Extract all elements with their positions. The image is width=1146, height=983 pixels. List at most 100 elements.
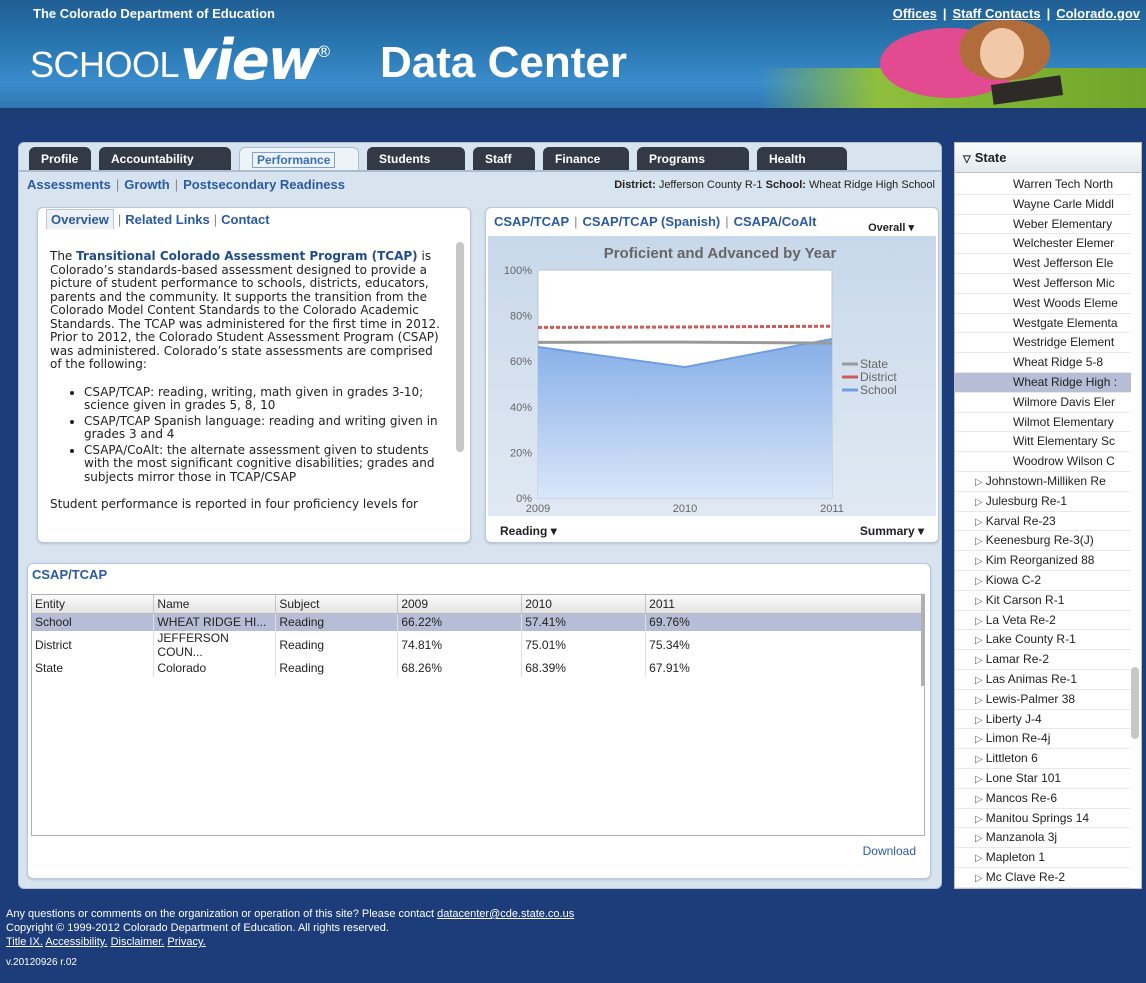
tab-related-links[interactable]: Related Links: [125, 212, 210, 227]
tab-staff[interactable]: Staff: [473, 147, 535, 171]
tab-contact[interactable]: Contact: [221, 212, 269, 227]
expand-arrow-icon: ▷: [975, 496, 983, 508]
tree-item-district[interactable]: ▷ Mancos Re-6: [955, 789, 1131, 809]
header-photo: [760, 18, 1146, 110]
tree-item-district[interactable]: ▷ Liberty J-4: [955, 710, 1131, 730]
y-tick-label: 40%: [510, 402, 532, 414]
expand-arrow-icon: ▷: [975, 575, 983, 587]
overview-scrollbar[interactable]: [456, 242, 464, 452]
state-sidebar: ▽ State Warren Tech North Wayne Carle Midd…: [954, 142, 1142, 889]
tree-item-school[interactable]: Wilmot Elementary: [955, 413, 1131, 433]
tree-item-school[interactable]: West Jefferson Mic: [955, 274, 1131, 294]
tree-item-district[interactable]: ▷ Kim Reorganized 88: [955, 551, 1131, 571]
table-row[interactable]: School WHEAT RIDGE HI... Reading 66.22% 57.4…: [32, 613, 924, 631]
subnav-postsecondary-readiness[interactable]: Postsecondary Readiness: [183, 177, 345, 192]
state-tree-header[interactable]: ▽ State: [955, 143, 1141, 173]
tree-item-district[interactable]: ▷ Littleton 6: [955, 749, 1131, 769]
table-cell: 57.41%: [521, 613, 647, 631]
tree-item-school[interactable]: Woodrow Wilson C: [955, 452, 1131, 472]
site-header: The Colorado Department of Education Off…: [0, 0, 1146, 118]
tree-item-district[interactable]: ▷Meeker Re1: [955, 888, 1131, 889]
tab-finance[interactable]: Finance: [543, 147, 629, 171]
expand-arrow-icon: ▷: [975, 615, 983, 627]
tab-csap-tcap[interactable]: CSAP/TCAP: [494, 214, 569, 229]
tree-item-school[interactable]: Welchester Elemer: [955, 234, 1131, 255]
tree-item-school[interactable]: Wheat Ridge High :: [955, 372, 1131, 393]
accessibility-link[interactable]: Accessibility.: [45, 936, 107, 948]
expand-arrow-icon: ▷: [975, 674, 983, 686]
column-header-subject[interactable]: Subject: [275, 595, 399, 614]
tree-item-school[interactable]: Warren Tech North: [955, 175, 1131, 195]
tab-students[interactable]: Students: [367, 147, 465, 171]
tree-item-district[interactable]: ▷ Lewis-Palmer 38: [955, 690, 1131, 710]
tree-item-school[interactable]: Westgate Elementa: [955, 314, 1131, 334]
title-ix-link[interactable]: Title IX.: [6, 936, 43, 948]
tree-item-district[interactable]: ▷ Johnstown-Milliken Re: [955, 472, 1131, 492]
tree-item-district[interactable]: ▷ Kit Carson R-1: [955, 591, 1131, 611]
tab-accountability[interactable]: Accountability: [99, 147, 231, 171]
subnav-assessments[interactable]: Assessments: [27, 177, 111, 192]
column-header-2011[interactable]: 2011: [645, 595, 924, 614]
tab-profile[interactable]: Profile: [29, 147, 91, 171]
main-panel: Profile Accountability Performance Stude…: [18, 142, 942, 889]
tree-item-district[interactable]: ▷ Kiowa C-2: [955, 571, 1131, 591]
subnav-growth[interactable]: Growth: [124, 177, 170, 192]
tree-item-district[interactable]: ▷ Julesburg Re-1: [955, 492, 1131, 512]
tab-performance[interactable]: Performance: [239, 147, 359, 171]
tab-csapa-coalt[interactable]: CSAPA/CoAlt: [734, 214, 817, 229]
privacy-link[interactable]: Privacy.: [167, 936, 205, 948]
table-cell: State: [32, 659, 155, 677]
table-row[interactable]: State Colorado Reading 68.26% 68.39% 67.91%: [32, 659, 924, 677]
tree-item-district[interactable]: ▷ Lone Star 101: [955, 769, 1131, 789]
tree-item-school[interactable]: Witt Elementary Sc: [955, 432, 1131, 453]
tree-item-label: Lake County R-1: [985, 632, 1076, 647]
table-cell: 67.91%: [645, 659, 924, 677]
email-link[interactable]: datacenter@cde.state.co.us: [437, 908, 574, 920]
tree-item-district[interactable]: ▷ Lake County R-1: [955, 630, 1131, 651]
tree-item-school[interactable]: West Jefferson Ele: [955, 254, 1131, 274]
tree-item-school[interactable]: Wilmore Davis Eler: [955, 393, 1131, 413]
tree-item-school[interactable]: Wayne Carle Middl: [955, 195, 1131, 215]
y-tick-label: 80%: [510, 311, 532, 323]
overview-tabs: Overview | Related Links | Contact: [46, 209, 270, 229]
tree-item-district[interactable]: ▷ Limon Re-4j: [955, 729, 1131, 750]
column-header-2010[interactable]: 2010: [521, 595, 647, 614]
overall-dropdown[interactable]: Overall ▾: [868, 221, 914, 234]
proficiency-chart: Proficient and Advanced by Year0%20%40%6…: [504, 245, 897, 515]
tree-item-district[interactable]: ▷ Manzanola 3j: [955, 828, 1131, 849]
column-header-name[interactable]: Name: [153, 595, 277, 614]
tab-overview[interactable]: Overview: [46, 209, 114, 229]
tree-item-school[interactable]: Wheat Ridge 5-8: [955, 353, 1131, 373]
sidebar-scrollbar[interactable]: [1131, 667, 1139, 739]
legend-label: District: [860, 370, 897, 384]
tree-item-district[interactable]: ▷ Lamar Re-2: [955, 650, 1131, 670]
tree-item-label: Lamar Re-2: [985, 652, 1050, 667]
tab-programs[interactable]: Programs: [637, 147, 749, 171]
state-title: State: [974, 150, 1007, 165]
column-header-entity[interactable]: Entity: [32, 595, 155, 614]
table-row[interactable]: District JEFFERSON COUN... Reading 74.81% 75…: [32, 631, 924, 659]
column-header-2009[interactable]: 2009: [397, 595, 523, 614]
tab-health[interactable]: Health: [757, 147, 847, 171]
tree-item-label: Lewis-Palmer 38: [985, 691, 1076, 706]
tree-item-district[interactable]: ▷ La Veta Re-2: [955, 611, 1131, 631]
download-link[interactable]: Download: [863, 844, 916, 858]
tree-item-district[interactable]: ▷ Mapleton 1: [955, 848, 1131, 868]
disclaimer-link[interactable]: Disclaimer.: [111, 936, 165, 948]
tree-item-district[interactable]: ▷ Manitou Springs 14: [955, 809, 1131, 829]
tree-item-school[interactable]: West Woods Eleme: [955, 294, 1131, 314]
tree-item-school[interactable]: Weber Elementary: [955, 215, 1131, 235]
tree-item-district[interactable]: ▷ Las Animas Re-1: [955, 670, 1131, 690]
overview-panel: Overview | Related Links | Contact The Trans…: [37, 207, 471, 543]
tree-item-district[interactable]: ▷ Mc Clave Re-2: [955, 868, 1131, 888]
tree-item-school[interactable]: Westridge Element: [955, 333, 1131, 354]
reading-dropdown[interactable]: Reading ▾: [500, 524, 557, 538]
tree-item-district[interactable]: ▷ Karval Re-23: [955, 512, 1131, 532]
tree-item-district[interactable]: ▷ Keenesburg Re-3(J): [955, 531, 1131, 552]
table-scrollbar[interactable]: [921, 594, 924, 686]
tree-item-label: Littleton 6: [985, 751, 1038, 766]
table-cell: 75.34%: [645, 631, 924, 659]
summary-dropdown[interactable]: Summary ▾: [860, 524, 924, 538]
table-cell: District: [32, 631, 155, 659]
tab-csap-tcap-spanish[interactable]: CSAP/TCAP (Spanish): [583, 214, 721, 229]
